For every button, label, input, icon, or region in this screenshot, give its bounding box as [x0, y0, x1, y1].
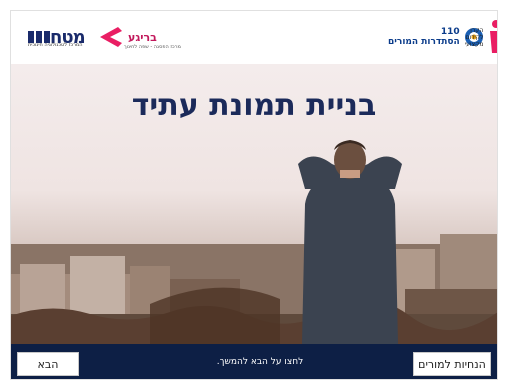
- footer-bar: הבא לחצו על הבא להמשך. הנחיות למורים: [10, 344, 498, 380]
- header-bar: מטח המרכז לטכנולוגיה חינוכית בריגע מרכז …: [10, 10, 498, 65]
- teacher-instructions-button[interactable]: הנחיות למורים: [413, 352, 491, 376]
- hero-image: בניית תמונת עתיד: [10, 64, 498, 344]
- city-skyline: [10, 234, 498, 344]
- person-figure: [298, 140, 402, 344]
- bright-subtitle: מרכז הפסגה - שפה לחינוך: [124, 44, 181, 50]
- bright-logo-text: בריגע: [128, 30, 157, 44]
- fund-text: הקרן לקידום מקצועי: [464, 26, 484, 48]
- page-title: בניית תמונת עתיד: [131, 88, 377, 123]
- chevron-left-icon: [100, 27, 122, 47]
- bright-logo: בריגע מרכז הפסגה - שפה לחינוך: [98, 16, 181, 58]
- matach-logo: מטח המרכז לטכנולוגיה חינוכית: [28, 16, 86, 58]
- matach-subtitle: המרכז לטכנולוגיה חינוכית: [28, 42, 83, 48]
- continue-hint: לחצו על הבא להמשך.: [216, 357, 304, 367]
- fund-logo: הקרן לקידום מקצועי: [448, 16, 498, 58]
- next-button[interactable]: הבא: [17, 352, 79, 376]
- figure-icon: [490, 20, 498, 53]
